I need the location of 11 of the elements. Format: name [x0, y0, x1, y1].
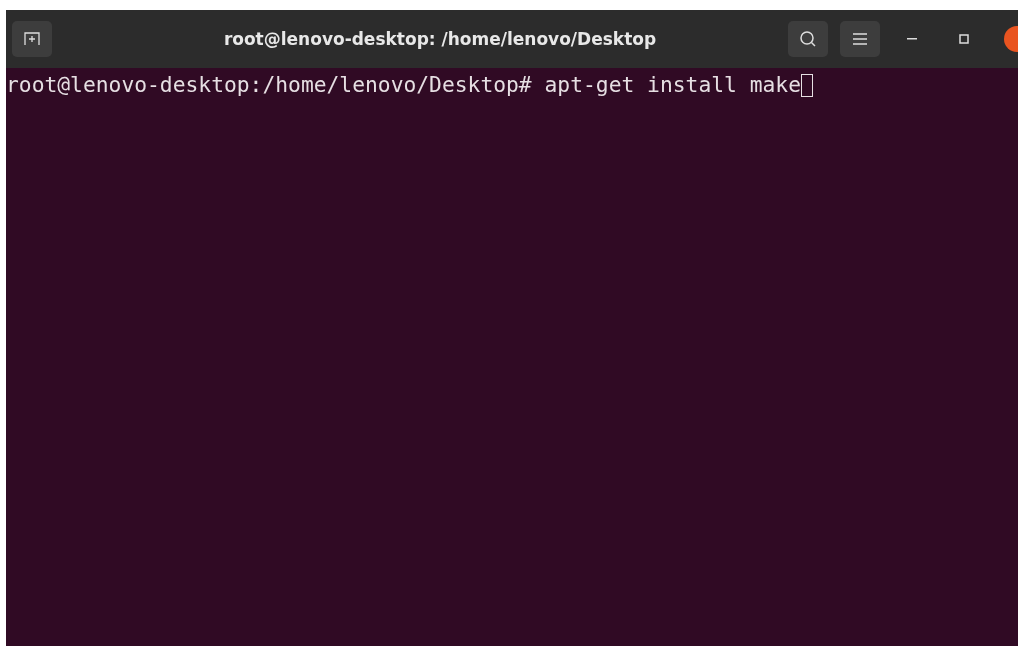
search-icon	[799, 30, 817, 48]
menu-button[interactable]	[840, 21, 880, 57]
search-button[interactable]	[788, 21, 828, 57]
command-line: root@lenovo-desktop:/home/lenovo/Desktop# apt-get install make	[6, 72, 801, 98]
minimize-icon	[907, 38, 917, 40]
maximize-icon	[959, 34, 969, 44]
new-tab-icon	[24, 31, 40, 47]
menu-icon	[853, 33, 867, 45]
cursor-icon	[800, 73, 813, 97]
new-tab-button[interactable]	[12, 21, 52, 57]
window-title: root@lenovo-desktop: /home/lenovo/Desktop	[222, 29, 658, 49]
